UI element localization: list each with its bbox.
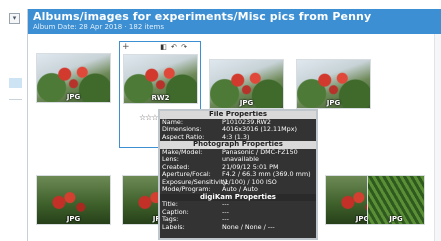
thumbnail[interactable]: JPG [36, 53, 111, 103]
format-badge: JPG [389, 215, 403, 223]
thumbnail[interactable]: JPG [209, 59, 284, 109]
property-row: Labels: None / None / --- [160, 222, 316, 232]
format-badge: JPG [66, 93, 81, 101]
album-title: Albums/images for experiments/Misc pics … [33, 10, 372, 23]
album-subtitle: Album Date: 28 Apr 2018 · 182 items [33, 23, 164, 31]
sidebar-selected-item[interactable] [9, 78, 22, 88]
thumbnail[interactable]: JPG [36, 175, 111, 225]
format-badge: JPG [239, 99, 254, 107]
format-badge: RW2 [151, 94, 170, 102]
digikam-properties-heading: digiKam Properties [160, 193, 316, 201]
image-properties-tooltip: File Properties Name: P1010239.RW2 Dimens… [158, 109, 318, 240]
thumbnail[interactable]: JPG [367, 175, 425, 225]
rating-stars[interactable]: ☆☆☆ [139, 113, 158, 122]
vertical-scrollbar[interactable] [434, 34, 441, 241]
left-sidebar: ▾ [0, 0, 22, 241]
format-badge: JPG [66, 215, 81, 223]
property-value: None / None / --- [222, 222, 275, 231]
format-badge: JPG [326, 99, 341, 107]
property-value: --- [222, 207, 229, 216]
property-row: Caption: --- [160, 207, 316, 217]
select-plus-icon[interactable]: + [122, 42, 130, 52]
thumbnail[interactable]: JPG [296, 59, 371, 109]
album-header: Albums/images for experiments/Misc pics … [28, 9, 441, 34]
property-value: --- [222, 200, 229, 208]
collapse-button[interactable]: ▾ [9, 13, 20, 24]
sidebar-divider [9, 99, 22, 100]
rotate-tools[interactable]: ◧ ↶ ↷ [160, 43, 188, 51]
thumbnail[interactable]: RW2 [123, 54, 198, 104]
property-key: Labels: [162, 222, 185, 231]
